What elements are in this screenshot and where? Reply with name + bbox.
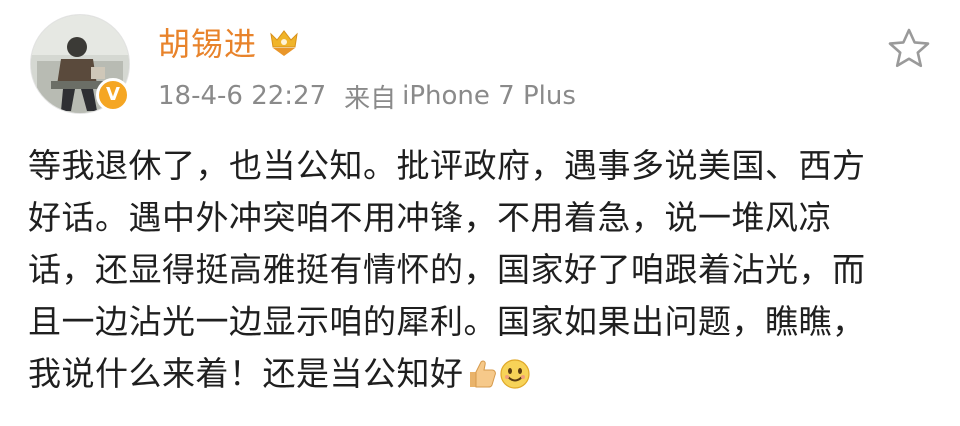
username[interactable]: 胡锡进 [158, 19, 257, 65]
content-line: 好话。遇中外冲突咱不用冲锋，不用着急，说一堆风凉 [28, 198, 832, 237]
content-line: 等我退休了，也当公知。批评政府，遇事多说美国、西方 [28, 146, 866, 185]
thumbs-up-icon [469, 360, 496, 388]
username-row: 胡锡进 [158, 18, 301, 66]
star-outline-icon[interactable] [886, 26, 932, 70]
verified-v-icon: V [96, 78, 130, 112]
content-line-text: 我说什么来着！还是当公知好 [28, 354, 464, 393]
smiling-face-icon [499, 359, 530, 389]
content-line: 且一边沾光一边显示咱的犀利。国家如果出问题，瞧瞧， [28, 302, 866, 341]
post-meta: 18-4-6 22:27 来自 iPhone 7 Plus [158, 78, 576, 114]
post-source[interactable]: iPhone 7 Plus [402, 81, 576, 111]
content-line: 话，还显得挺高雅挺有情怀的，国家好了咱跟着沾光，而 [28, 250, 866, 289]
post-content: 等我退休了，也当公知。批评政府，遇事多说美国、西方 好话。遇中外冲突咱不用冲锋，… [28, 140, 938, 400]
source-prefix: 来自 [344, 83, 397, 114]
crown-badge-icon[interactable] [267, 25, 301, 59]
post-timestamp: 18-4-6 22:27 [158, 81, 327, 111]
content-line-last: 我说什么来着！还是当公知好 [28, 348, 938, 400]
weibo-post: V 胡锡进 18-4-6 22:27 来自 iPhone 7 Plus 等我退休… [0, 0, 960, 426]
